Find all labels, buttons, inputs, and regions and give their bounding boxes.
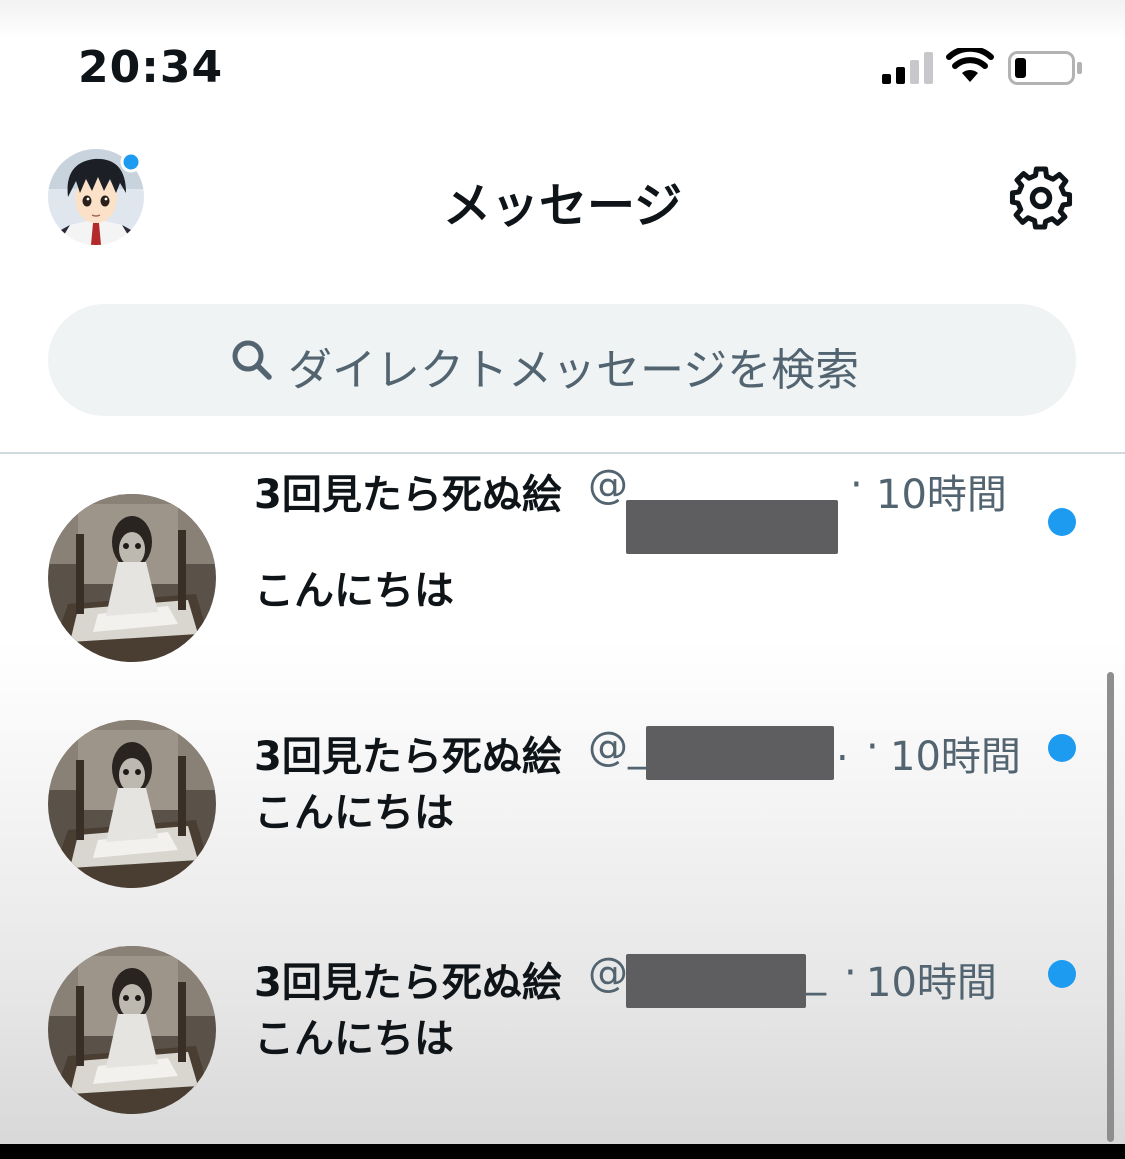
conversation-handle-suffix: _ (806, 950, 826, 996)
scrollbar[interactable] (1107, 672, 1114, 1142)
conversation-handle-prefix: @ (588, 462, 628, 508)
conversation-avatar[interactable] (48, 494, 216, 662)
unread-dot (1048, 960, 1076, 988)
conversation-item[interactable]: 3回見たら死ぬ絵 @ · 10時間 こんにちは (0, 456, 1125, 682)
conversation-item[interactable]: 3回見たら死ぬ絵 @_ . · 10時間 こんにちは (0, 682, 1125, 908)
conversation-handle-prefix: @ (588, 950, 628, 996)
page-title: メッセージ (442, 178, 683, 234)
conversation-time: 10時間 (866, 960, 997, 1006)
conversation-name: 3回見たら死ぬ絵 (254, 734, 562, 780)
divider (0, 452, 1125, 454)
conversation-handle-suffix: . (836, 724, 849, 770)
bottom-edge (0, 1144, 1125, 1159)
handle-redaction (626, 500, 838, 554)
status-time: 20:34 (78, 42, 224, 93)
conversation-preview: こんにちは (254, 790, 454, 836)
search-icon (232, 340, 272, 380)
conversation-handle-prefix: @_ (588, 724, 648, 770)
separator-dot: · (844, 950, 857, 996)
gear-icon[interactable] (1008, 165, 1074, 231)
wifi-icon (946, 48, 994, 82)
separator-dot: · (866, 724, 879, 770)
battery-low-icon (1008, 51, 1082, 85)
search-bar[interactable]: ダイレクトメッセージを検索 (48, 304, 1076, 416)
unread-dot (1048, 508, 1076, 536)
status-bar: 20:34 (0, 0, 1125, 130)
conversation-item[interactable]: 3回見たら死ぬ絵 @ _ · 10時間 こんにちは (0, 908, 1125, 1134)
search-placeholder: ダイレクトメッセージを検索 (288, 345, 860, 396)
unread-dot (1048, 734, 1076, 762)
cellular-signal-icon (882, 52, 933, 84)
conversation-name: 3回見たら死ぬ絵 (254, 960, 562, 1006)
conversation-preview: こんにちは (254, 568, 454, 614)
header: メッセージ (0, 130, 1125, 280)
conversation-avatar[interactable] (48, 720, 216, 888)
conversation-time: 10時間 (876, 472, 1007, 518)
handle-redaction (626, 954, 806, 1008)
conversation-preview: こんにちは (254, 1016, 454, 1062)
conversation-avatar[interactable] (48, 946, 216, 1114)
separator-dot: · (850, 462, 863, 508)
conversation-time: 10時間 (890, 734, 1021, 780)
conversation-name: 3回見たら死ぬ絵 (254, 472, 562, 518)
handle-redaction (646, 726, 834, 780)
